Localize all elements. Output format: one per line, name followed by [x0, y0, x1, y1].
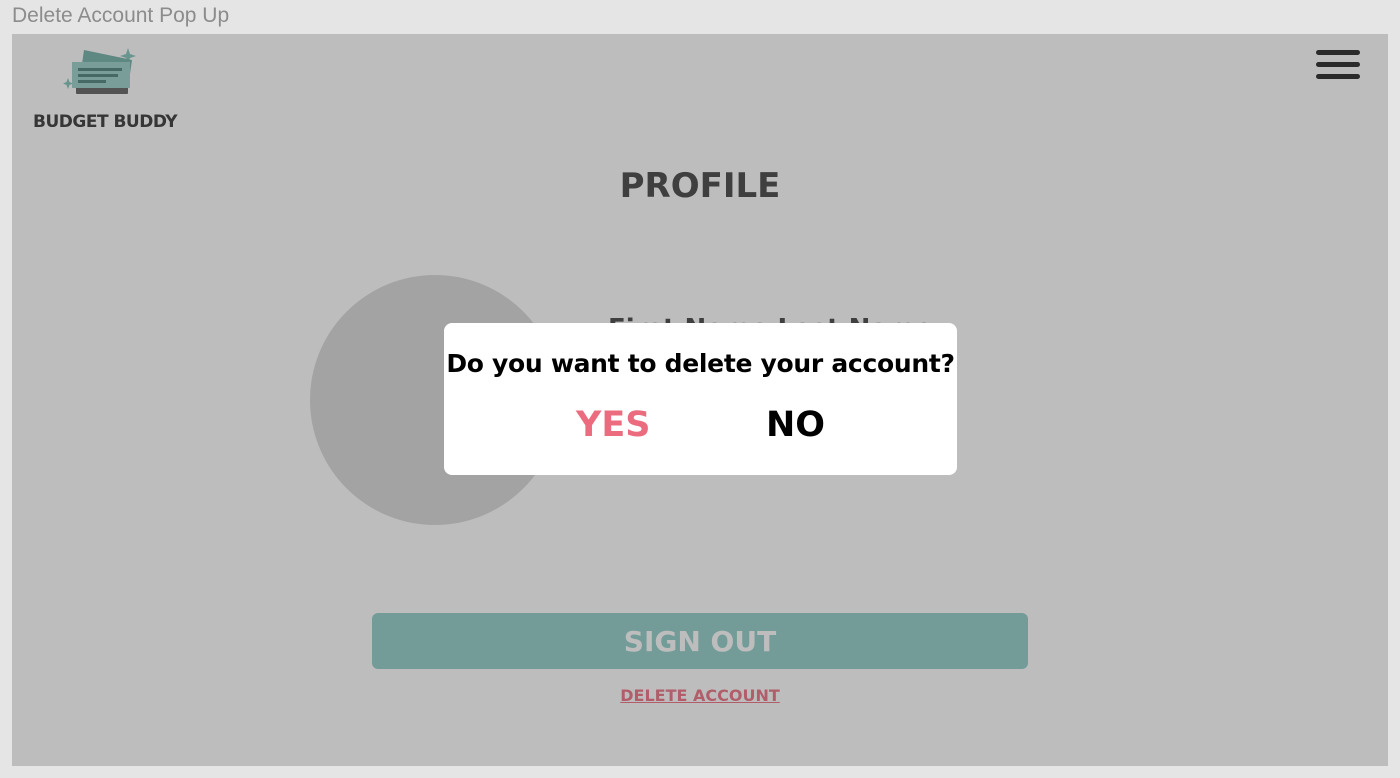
no-button[interactable]: NO: [766, 405, 825, 445]
delete-account-dialog: Do you want to delete your account? YES …: [444, 323, 957, 475]
dialog-question: Do you want to delete your account?: [446, 349, 955, 378]
frame-title: Delete Account Pop Up: [12, 4, 230, 27]
yes-button[interactable]: YES: [576, 405, 650, 445]
app-frame: BUDGET BUDDY PROFILE First Name Last Nam…: [12, 34, 1388, 766]
